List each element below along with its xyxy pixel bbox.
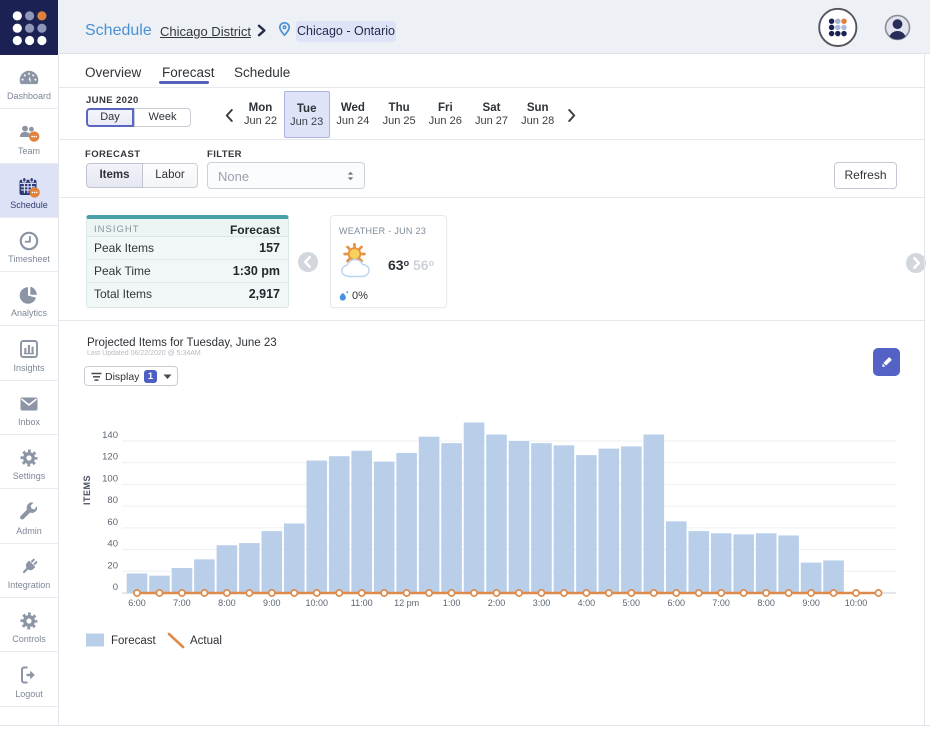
svg-text:40: 40	[107, 539, 118, 550]
svg-text:9:00: 9:00	[263, 598, 281, 608]
svg-text:7:00: 7:00	[712, 598, 730, 608]
svg-text:11:00: 11:00	[351, 598, 373, 608]
svg-text:8:00: 8:00	[757, 598, 775, 608]
svg-text:0: 0	[113, 582, 118, 593]
svg-text:5:00: 5:00	[623, 598, 641, 608]
svg-text:6:00: 6:00	[128, 598, 146, 608]
svg-text:10:00: 10:00	[845, 598, 868, 608]
svg-text:7:00: 7:00	[173, 598, 191, 608]
svg-text:1:00: 1:00	[443, 598, 461, 608]
svg-text:80: 80	[107, 495, 118, 506]
svg-text:4:00: 4:00	[578, 598, 596, 608]
svg-text:ITEMS: ITEMS	[82, 475, 92, 505]
svg-text:8:00: 8:00	[218, 598, 236, 608]
svg-text:3:00: 3:00	[533, 598, 551, 608]
svg-text:100: 100	[102, 473, 118, 484]
svg-text:10:00: 10:00	[306, 598, 329, 608]
svg-text:Actual: Actual	[190, 635, 222, 647]
svg-text:12 pm: 12 pm	[394, 598, 419, 608]
svg-text:60: 60	[107, 517, 118, 528]
svg-text:20: 20	[107, 560, 118, 571]
svg-text:2:00: 2:00	[488, 598, 506, 608]
svg-text:120: 120	[102, 452, 118, 463]
svg-text:9:00: 9:00	[802, 598, 820, 608]
svg-text:140: 140	[102, 430, 118, 441]
svg-text:6:00: 6:00	[668, 598, 686, 608]
svg-text:Forecast: Forecast	[111, 635, 157, 647]
